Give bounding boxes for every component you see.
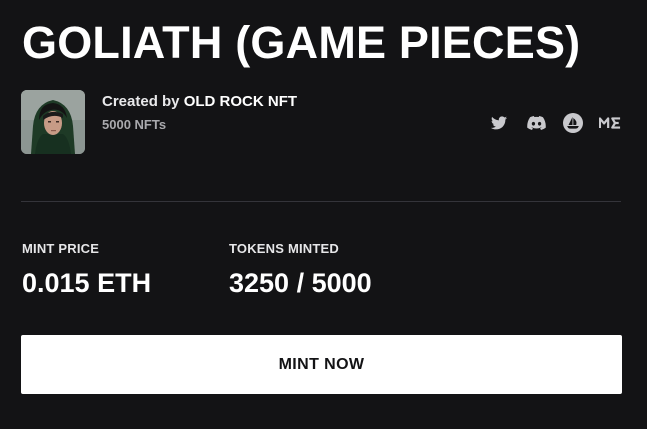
mint-now-button[interactable]: MINT NOW [21, 335, 622, 394]
twitter-icon[interactable] [488, 112, 510, 134]
created-by-prefix: Created by [102, 93, 180, 110]
nft-count: 5000 NFTs [102, 117, 167, 132]
creator-avatar[interactable] [21, 90, 85, 154]
creator-name[interactable]: OLD ROCK NFT [184, 93, 297, 110]
magic-eden-icon[interactable] [599, 112, 621, 134]
tokens-minted-label: TOKENS MINTED [229, 241, 339, 256]
mint-price-label: MINT PRICE [22, 241, 100, 256]
mint-price-value: 0.015 ETH [22, 268, 152, 298]
mint-panel: GOLIATH (GAME PIECES) Created by OLD ROC… [0, 0, 647, 429]
section-divider [21, 201, 621, 202]
opensea-icon[interactable] [562, 112, 584, 134]
creator-info: Created by OLD ROCK NFT 5000 NFTs [21, 90, 621, 154]
social-links [488, 112, 621, 134]
discord-icon[interactable] [525, 112, 547, 134]
created-by-line: Created by OLD ROCK NFT [102, 93, 297, 110]
tokens-minted-value: 3250 / 5000 [229, 268, 372, 298]
tokens-minted-stat: TOKENS MINTED 3250 / 5000 [229, 241, 372, 299]
collection-title: GOLIATH (GAME PIECES) [22, 17, 581, 68]
mint-price-stat: MINT PRICE 0.015 ETH [22, 241, 151, 299]
